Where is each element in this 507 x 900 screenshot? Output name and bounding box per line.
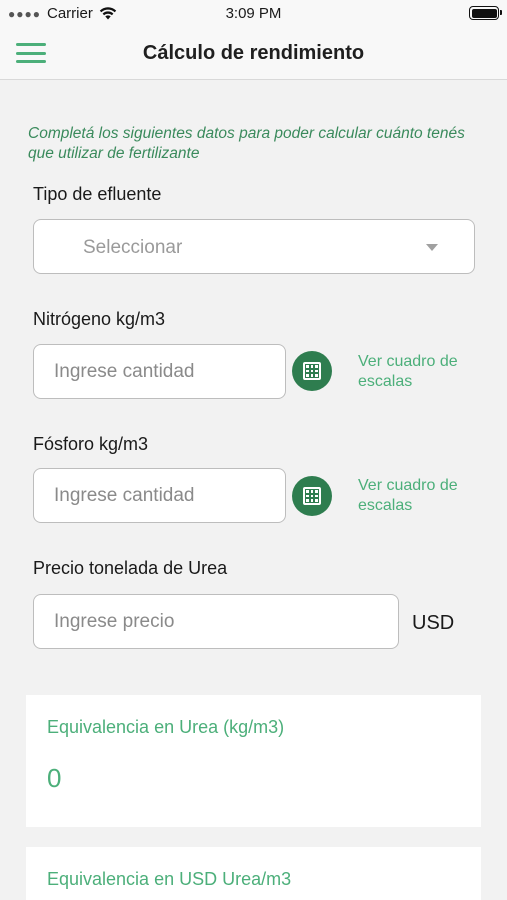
- phosphorus-calculator-button[interactable]: [292, 476, 332, 516]
- intro-text: Completá los siguientes datos para poder…: [28, 125, 465, 162]
- urea-equivalence-value: 0: [47, 763, 62, 793]
- nitrogen-calculator-button[interactable]: [292, 351, 332, 391]
- nitrogen-label: Nitrógeno kg/m3: [33, 309, 166, 329]
- phosphorus-input[interactable]: [33, 468, 286, 523]
- battery-icon: [469, 6, 502, 20]
- usd-urea-equivalence-title: Equivalencia en USD Urea/m3: [47, 869, 292, 889]
- effluent-type-value: Seleccionar: [83, 237, 183, 258]
- phosphorus-scale-link[interactable]: Ver cuadro de escalas: [358, 476, 478, 516]
- caret-down-icon: [426, 244, 438, 251]
- urea-price-input[interactable]: [33, 594, 399, 649]
- phosphorus-label: Fósforo kg/m3: [33, 434, 149, 454]
- usd-urea-equivalence-card: Equivalencia en USD Urea/m3: [26, 847, 481, 900]
- urea-equivalence-title: Equivalencia en Urea (kg/m3): [47, 717, 285, 737]
- urea-equivalence-card: Equivalencia en Urea (kg/m3) 0: [26, 695, 481, 827]
- navigation-bar: Cálculo de rendimiento: [0, 26, 507, 80]
- nitrogen-scale-link[interactable]: Ver cuadro de escalas: [358, 352, 478, 392]
- status-bar: ●●●● Carrier 3:09 PM: [0, 0, 507, 26]
- nitrogen-input[interactable]: [33, 344, 286, 399]
- calculator-grid-icon: [303, 487, 321, 505]
- effluent-type-select[interactable]: Seleccionar: [33, 219, 475, 274]
- calculator-grid-icon: [303, 362, 321, 380]
- page-title: Cálculo de rendimiento: [142, 42, 365, 64]
- currency-label: USD: [412, 612, 455, 634]
- status-time: 3:09 PM: [225, 5, 282, 22]
- effluent-type-label: Tipo de efluente: [33, 184, 162, 204]
- urea-price-label: Precio tonelada de Urea: [33, 558, 228, 578]
